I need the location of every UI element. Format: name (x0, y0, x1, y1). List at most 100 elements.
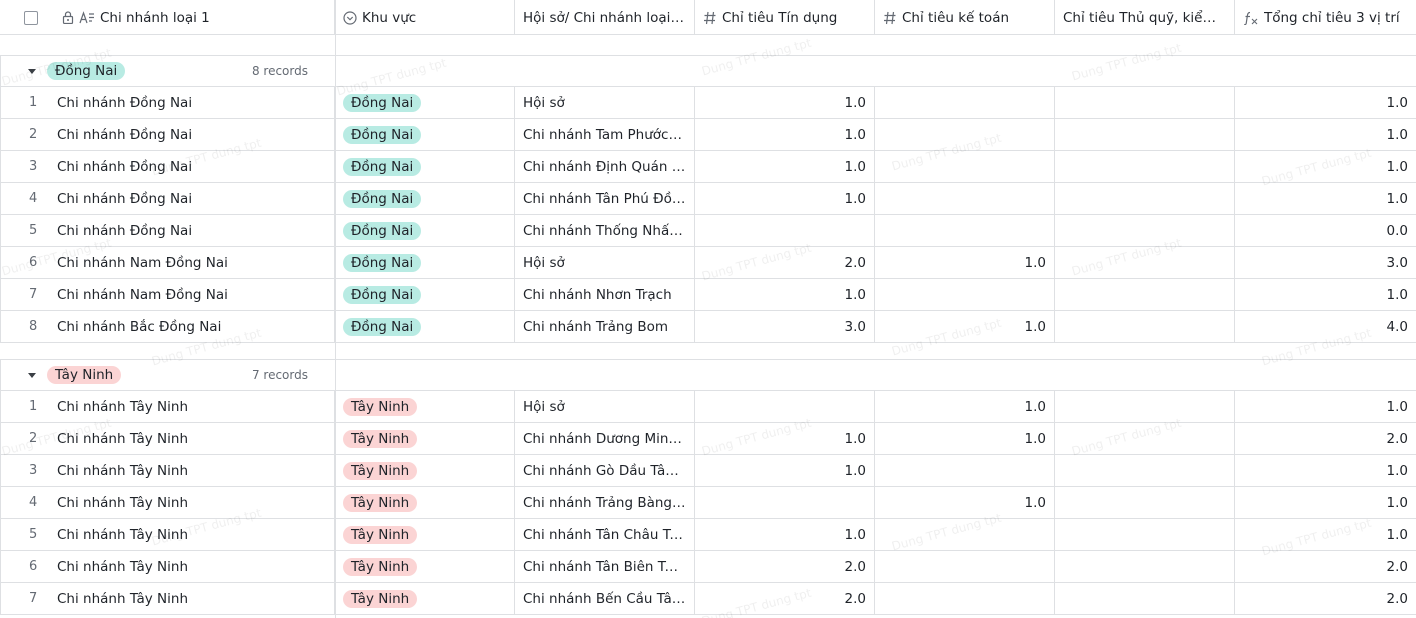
cell-cashier-target[interactable] (1055, 455, 1235, 486)
cell-region[interactable]: Tây Ninh (335, 583, 515, 614)
cell-total-target[interactable]: 1.0 (1235, 391, 1416, 422)
cell-branch[interactable]: 2 Chi nhánh Tây Ninh (0, 423, 335, 454)
cell-credit-target[interactable]: 1.0 (695, 151, 875, 182)
cell-total-target[interactable]: 1.0 (1235, 183, 1416, 214)
table-row[interactable]: 6 Chi nhánh Nam Đồng Nai Đồng Nai Hội sở… (0, 247, 1416, 279)
cell-accounting-target[interactable]: 1.0 (875, 423, 1055, 454)
cell-region[interactable]: Đồng Nai (335, 151, 515, 182)
cell-sub-branch[interactable]: Chi nhánh Tân Biên Tây... (515, 551, 695, 582)
column-header-branch[interactable]: Chi nhánh loại 1 (0, 0, 335, 35)
group-header[interactable]: Đồng Nai 8 records (0, 55, 1416, 87)
cell-accounting-target[interactable]: 1.0 (875, 487, 1055, 518)
table-row[interactable]: 1 Chi nhánh Đồng Nai Đồng Nai Hội sở 1.0… (0, 87, 1416, 119)
cell-accounting-target[interactable] (875, 583, 1055, 614)
cell-sub-branch[interactable]: Chi nhánh Trảng Bàng T... (515, 487, 695, 518)
cell-credit-target[interactable]: 1.0 (695, 455, 875, 486)
cell-branch[interactable]: 7 Chi nhánh Tây Ninh (0, 583, 335, 614)
cell-sub-branch[interactable]: Hội sở (515, 247, 695, 278)
cell-accounting-target[interactable] (875, 119, 1055, 150)
cell-accounting-target[interactable]: 1.0 (875, 247, 1055, 278)
cell-accounting-target[interactable] (875, 87, 1055, 118)
cell-accounting-target[interactable] (875, 215, 1055, 246)
table-row[interactable]: 8 Chi nhánh Bắc Đồng Nai Đồng Nai Chi nh… (0, 311, 1416, 343)
cell-total-target[interactable]: 0.0 (1235, 215, 1416, 246)
cell-cashier-target[interactable] (1055, 311, 1235, 342)
cell-credit-target[interactable]: 1.0 (695, 119, 875, 150)
cell-sub-branch[interactable]: Chi nhánh Thống Nhất ... (515, 215, 695, 246)
cell-cashier-target[interactable] (1055, 151, 1235, 182)
cell-branch[interactable]: 5 Chi nhánh Tây Ninh (0, 519, 335, 550)
cell-region[interactable]: Tây Ninh (335, 551, 515, 582)
cell-cashier-target[interactable] (1055, 87, 1235, 118)
cell-accounting-target[interactable] (875, 183, 1055, 214)
table-row[interactable]: 7 Chi nhánh Tây Ninh Tây Ninh Chi nhánh … (0, 583, 1416, 615)
cell-total-target[interactable]: 1.0 (1235, 487, 1416, 518)
table-row[interactable]: 5 Chi nhánh Đồng Nai Đồng Nai Chi nhánh … (0, 215, 1416, 247)
cell-credit-target[interactable]: 2.0 (695, 583, 875, 614)
cell-cashier-target[interactable] (1055, 183, 1235, 214)
cell-cashier-target[interactable] (1055, 119, 1235, 150)
cell-total-target[interactable]: 3.0 (1235, 247, 1416, 278)
cell-branch[interactable]: 6 Chi nhánh Tây Ninh (0, 551, 335, 582)
cell-region[interactable]: Tây Ninh (335, 455, 515, 486)
collapse-caret-icon[interactable] (28, 372, 36, 378)
cell-branch[interactable]: 3 Chi nhánh Đồng Nai (0, 151, 335, 182)
cell-branch[interactable]: 1 Chi nhánh Đồng Nai (0, 87, 335, 118)
cell-branch[interactable]: 3 Chi nhánh Tây Ninh (0, 455, 335, 486)
table-row[interactable]: 4 Chi nhánh Tây Ninh Tây Ninh Chi nhánh … (0, 487, 1416, 519)
cell-cashier-target[interactable] (1055, 215, 1235, 246)
cell-sub-branch[interactable]: Chi nhánh Nhơn Trạch (515, 279, 695, 310)
column-header-accounting-target[interactable]: Chỉ tiêu kế toán (875, 0, 1055, 35)
cell-accounting-target[interactable] (875, 519, 1055, 550)
cell-accounting-target[interactable]: 1.0 (875, 391, 1055, 422)
cell-credit-target[interactable]: 1.0 (695, 519, 875, 550)
cell-region[interactable]: Đồng Nai (335, 119, 515, 150)
cell-total-target[interactable]: 1.0 (1235, 151, 1416, 182)
cell-accounting-target[interactable] (875, 455, 1055, 486)
column-header-sub-branch[interactable]: Hội sở/ Chi nhánh loại I... (515, 0, 695, 35)
cell-accounting-target[interactable] (875, 551, 1055, 582)
cell-total-target[interactable]: 2.0 (1235, 583, 1416, 614)
table-row[interactable]: 2 Chi nhánh Tây Ninh Tây Ninh Chi nhánh … (0, 423, 1416, 455)
cell-region[interactable]: Đồng Nai (335, 87, 515, 118)
cell-sub-branch[interactable]: Chi nhánh Dương Minh ... (515, 423, 695, 454)
cell-sub-branch[interactable]: Chi nhánh Trảng Bom (515, 311, 695, 342)
group-header[interactable]: Tây Ninh 7 records (0, 359, 1416, 391)
cell-region[interactable]: Đồng Nai (335, 215, 515, 246)
cell-cashier-target[interactable] (1055, 279, 1235, 310)
table-row[interactable]: 3 Chi nhánh Đồng Nai Đồng Nai Chi nhánh … (0, 151, 1416, 183)
column-header-credit-target[interactable]: Chỉ tiêu Tín dụng (695, 0, 875, 35)
column-header-total-target[interactable]: Tổng chỉ tiêu 3 vị trí (1235, 0, 1416, 35)
column-header-region[interactable]: Khu vực (335, 0, 515, 35)
cell-branch[interactable]: 2 Chi nhánh Đồng Nai (0, 119, 335, 150)
table-row[interactable]: 5 Chi nhánh Tây Ninh Tây Ninh Chi nhánh … (0, 519, 1416, 551)
cell-credit-target[interactable]: 3.0 (695, 311, 875, 342)
cell-region[interactable]: Đồng Nai (335, 183, 515, 214)
cell-credit-target[interactable]: 1.0 (695, 423, 875, 454)
cell-credit-target[interactable]: 1.0 (695, 279, 875, 310)
cell-cashier-target[interactable] (1055, 519, 1235, 550)
cell-cashier-target[interactable] (1055, 247, 1235, 278)
cell-cashier-target[interactable] (1055, 487, 1235, 518)
cell-credit-target[interactable]: 1.0 (695, 87, 875, 118)
cell-branch[interactable]: 4 Chi nhánh Đồng Nai (0, 183, 335, 214)
cell-credit-target[interactable] (695, 215, 875, 246)
cell-region[interactable]: Tây Ninh (335, 487, 515, 518)
cell-total-target[interactable]: 1.0 (1235, 87, 1416, 118)
cell-sub-branch[interactable]: Chi nhánh Tam Phước Đ... (515, 119, 695, 150)
cell-total-target[interactable]: 1.0 (1235, 119, 1416, 150)
cell-cashier-target[interactable] (1055, 551, 1235, 582)
cell-credit-target[interactable]: 2.0 (695, 551, 875, 582)
cell-region[interactable]: Đồng Nai (335, 311, 515, 342)
cell-credit-target[interactable] (695, 487, 875, 518)
cell-total-target[interactable]: 1.0 (1235, 519, 1416, 550)
table-row[interactable]: 3 Chi nhánh Tây Ninh Tây Ninh Chi nhánh … (0, 455, 1416, 487)
table-row[interactable]: 4 Chi nhánh Đồng Nai Đồng Nai Chi nhánh … (0, 183, 1416, 215)
cell-total-target[interactable]: 1.0 (1235, 455, 1416, 486)
cell-accounting-target[interactable] (875, 151, 1055, 182)
cell-branch[interactable]: 4 Chi nhánh Tây Ninh (0, 487, 335, 518)
cell-sub-branch[interactable]: Chi nhánh Tân Phú Đồn... (515, 183, 695, 214)
cell-sub-branch[interactable]: Chi nhánh Gò Dầu Tây ... (515, 455, 695, 486)
table-row[interactable]: 2 Chi nhánh Đồng Nai Đồng Nai Chi nhánh … (0, 119, 1416, 151)
table-row[interactable]: 1 Chi nhánh Tây Ninh Tây Ninh Hội sở 1.0… (0, 391, 1416, 423)
